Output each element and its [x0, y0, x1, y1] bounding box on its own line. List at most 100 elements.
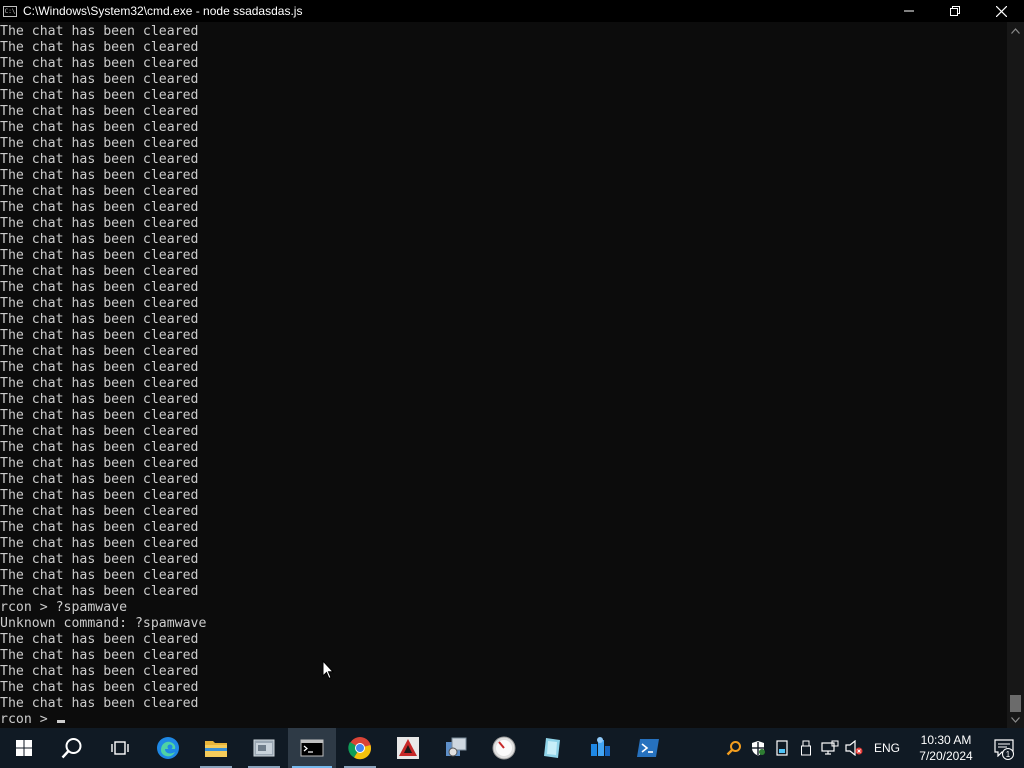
- console-line: The chat has been cleared: [0, 280, 199, 295]
- console-line: The chat has been cleared: [0, 344, 199, 359]
- minimize-button[interactable]: [886, 0, 932, 22]
- console-line: The chat has been cleared: [0, 584, 199, 599]
- console-line: The chat has been cleared: [0, 136, 199, 151]
- tray-usb[interactable]: [794, 728, 818, 768]
- tray-security[interactable]: [746, 728, 770, 768]
- taskbar-cmd[interactable]: [288, 728, 336, 768]
- console-line: The chat has been cleared: [0, 504, 199, 519]
- console-line: The chat has been cleared: [0, 360, 199, 375]
- console-line: The chat has been cleared: [0, 232, 199, 247]
- console-line: The chat has been cleared: [0, 424, 199, 439]
- console-line: The chat has been cleared: [0, 248, 199, 263]
- cmd-window: C:\ C:\Windows\System32\cmd.exe - node s…: [0, 0, 1024, 728]
- console-line: The chat has been cleared: [0, 200, 199, 215]
- task-view-icon: [111, 741, 129, 755]
- app-gauge-icon: [492, 736, 516, 760]
- console-line: The chat has been cleared: [0, 296, 199, 311]
- console-line: The chat has been cleared: [0, 696, 199, 711]
- cmd-app-icon[interactable]: C:\: [3, 5, 17, 17]
- scroll-thumb[interactable]: [1010, 695, 1021, 712]
- console-line: Unknown command: ?spamwave: [0, 616, 207, 631]
- mouse-pointer-icon: [322, 659, 335, 685]
- restore-icon: [950, 6, 960, 16]
- console-line: The chat has been cleared: [0, 392, 199, 407]
- clock-date: 7/20/2024: [919, 749, 973, 763]
- console-line: The chat has been cleared: [0, 216, 199, 231]
- start-button[interactable]: [0, 728, 48, 768]
- terminal-icon: [300, 739, 324, 757]
- console-line: The chat has been cleared: [0, 472, 199, 487]
- console-line: The chat has been cleared: [0, 440, 199, 455]
- console-line: The chat has been cleared: [0, 152, 199, 167]
- taskbar: ENG 10:30 AM 7/20/2024 1: [0, 728, 1024, 768]
- network-icon: [821, 740, 839, 755]
- taskbar-file-explorer[interactable]: [192, 728, 240, 768]
- console-line: The chat has been cleared: [0, 664, 199, 679]
- windows-logo-icon: [16, 740, 32, 756]
- task-view-button[interactable]: [96, 728, 144, 768]
- console-line: The chat has been cleared: [0, 456, 199, 471]
- scroll-up-arrow[interactable]: [1007, 22, 1024, 39]
- input-language[interactable]: ENG: [866, 741, 908, 755]
- clock-time: 10:30 AM: [920, 733, 972, 747]
- tray-search[interactable]: [722, 728, 746, 768]
- taskbar-app-4[interactable]: [480, 728, 528, 768]
- console-output[interactable]: The chat has been cleared The chat has be…: [0, 24, 1004, 728]
- console-line: The chat has been cleared: [0, 104, 199, 119]
- chevron-up-icon: [1011, 27, 1020, 34]
- search-icon: [61, 738, 82, 759]
- console-line: The chat has been cleared: [0, 552, 199, 567]
- chrome-icon: [348, 737, 372, 760]
- console-line: The chat has been cleared: [0, 24, 199, 39]
- window-title: C:\Windows\System32\cmd.exe - node ssada…: [23, 4, 303, 18]
- taskbar-chrome[interactable]: [336, 728, 384, 768]
- app-blue-icon: [591, 737, 610, 756]
- console-line: The chat has been cleared: [0, 408, 199, 423]
- taskbar-app-5[interactable]: [528, 728, 576, 768]
- action-center-button[interactable]: 1: [984, 728, 1024, 768]
- console-line: The chat has been cleared: [0, 264, 199, 279]
- console-line: The chat has been cleared: [0, 632, 199, 647]
- console-prompt-line[interactable]: rcon >: [0, 712, 1004, 728]
- search-tray-icon: [726, 741, 741, 756]
- console-prompt: rcon >: [0, 712, 56, 727]
- taskbar-app-2[interactable]: [384, 728, 432, 768]
- vertical-scrollbar[interactable]: [1007, 22, 1024, 728]
- notification-count-badge: 1: [1002, 748, 1014, 760]
- taskbar-powershell[interactable]: [624, 728, 672, 768]
- scroll-down-arrow[interactable]: [1007, 711, 1024, 728]
- console-line: The chat has been cleared: [0, 536, 199, 551]
- text-cursor: [56, 720, 65, 723]
- tray-network[interactable]: [818, 728, 842, 768]
- tray-volume[interactable]: [842, 728, 866, 768]
- console-line: The chat has been cleared: [0, 56, 199, 71]
- console-line: The chat has been cleared: [0, 88, 199, 103]
- console-line: The chat has been cleared: [0, 648, 199, 663]
- console-line: The chat has been cleared: [0, 168, 199, 183]
- app-note-icon: [544, 738, 560, 758]
- close-button[interactable]: [978, 0, 1024, 22]
- title-bar[interactable]: C:\ C:\Windows\System32\cmd.exe - node s…: [0, 0, 1024, 22]
- console-line: The chat has been cleared: [0, 72, 199, 87]
- restore-button[interactable]: [932, 0, 978, 22]
- system-tray: ENG 10:30 AM 7/20/2024 1: [722, 728, 1024, 768]
- window-controls: [886, 0, 1024, 22]
- console-line: The chat has been cleared: [0, 312, 199, 327]
- taskbar-edge[interactable]: [144, 728, 192, 768]
- console-line: rcon > ?spamwave: [0, 600, 128, 615]
- taskbar-app-6[interactable]: [576, 728, 624, 768]
- console-line: The chat has been cleared: [0, 680, 199, 695]
- edge-icon: [157, 737, 179, 759]
- app-window-icon: [253, 739, 275, 757]
- console-line: The chat has been cleared: [0, 328, 199, 343]
- search-button[interactable]: [48, 728, 96, 768]
- powershell-icon: [637, 739, 659, 757]
- cmd-app-icon-label: C:\: [4, 7, 16, 15]
- console-line: The chat has been cleared: [0, 488, 199, 503]
- tray-storage[interactable]: [770, 728, 794, 768]
- taskbar-app-1[interactable]: [240, 728, 288, 768]
- console-line: The chat has been cleared: [0, 184, 199, 199]
- app-tools-icon: [446, 737, 467, 757]
- clock[interactable]: 10:30 AM 7/20/2024: [908, 732, 984, 764]
- taskbar-app-3[interactable]: [432, 728, 480, 768]
